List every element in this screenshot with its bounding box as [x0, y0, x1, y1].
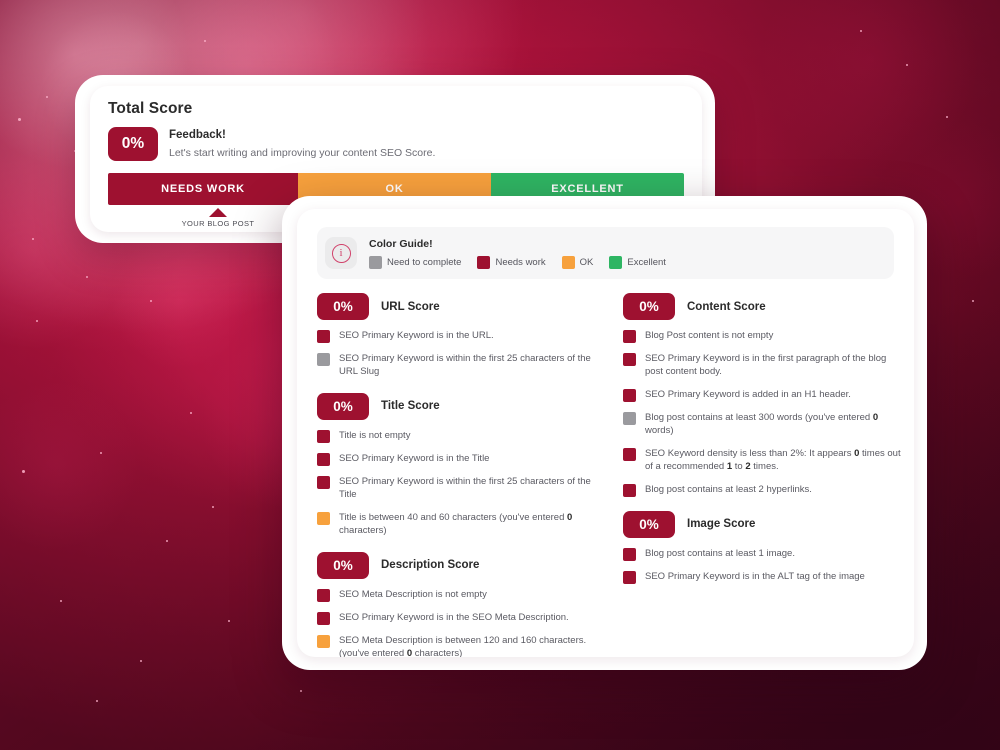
checklist-item: SEO Primary Keyword is within the first … [317, 352, 599, 379]
checklist-item-text: SEO Primary Keyword is in the SEO Meta D… [339, 611, 569, 623]
checklist-status-swatch [317, 330, 330, 343]
legend-label: OK [579, 256, 594, 268]
checklist-item-text: SEO Keyword density is less than 2%: It … [645, 447, 901, 473]
checklist-item-text: SEO Primary Keyword is in the URL. [339, 330, 494, 341]
checklist-status-swatch [317, 452, 330, 466]
score-section-header: 0% URL Score [317, 293, 599, 320]
info-icon: i [331, 243, 351, 263]
checklist-item-text: SEO Primary Keyword is within the first … [339, 353, 591, 378]
checklist-item: SEO Primary Keyword is in the ALT tag of… [623, 570, 905, 584]
legend-item: OK [561, 255, 594, 269]
checklist-item: SEO Primary Keyword is in the SEO Meta D… [317, 611, 599, 625]
score-badge: 0% [623, 510, 675, 538]
checklist-item: Title is not empty [317, 429, 599, 443]
right-column: 0% Content Score Blog Post content is not … [623, 289, 905, 657]
score-section-name: Description Score [381, 559, 480, 572]
checklist-status-swatch [623, 570, 636, 584]
legend-swatch [477, 255, 491, 269]
score-section-header: 0% Image Score [623, 510, 905, 538]
marker-triangle-icon [209, 208, 227, 217]
legend-swatch [369, 255, 382, 269]
checklist-item: SEO Primary Keyword is within the first … [317, 475, 599, 502]
score-section-header: 0% Content Score [623, 293, 905, 320]
checklist-item: Blog post contains at least 1 image. [623, 547, 905, 561]
score-section-name: URL Score [381, 300, 440, 313]
score-badge: 0% [317, 293, 369, 320]
checklist-status-swatch [623, 388, 636, 402]
checklist-item: Title is between 40 and 60 characters (y… [317, 511, 599, 538]
checklist-item-text: Title is between 40 and 60 characters (y… [339, 511, 573, 537]
checklist-status-swatch [317, 611, 330, 625]
seo-checklist-card: i Color Guide! Need to complete Needs wor… [297, 209, 914, 657]
legend-label: Need to complete [387, 256, 462, 268]
legend-swatch [609, 255, 623, 269]
checklist-item-text: SEO Primary Keyword is added in an H1 he… [645, 388, 851, 400]
checklist-item-text: Blog post contains at least 2 hyperlinks… [645, 483, 812, 495]
checklist-status-swatch [623, 411, 636, 425]
meter-segment: NEEDS WORK [108, 173, 299, 205]
score-badge: 0% [317, 392, 369, 420]
score-section-name: Title Score [381, 400, 440, 413]
score-section-header: 0% Description Score [317, 551, 599, 579]
score-badge: 0% [317, 551, 369, 579]
info-icon-box: i [325, 237, 357, 269]
total-score-badge: 0% [108, 127, 158, 161]
checklist-item: SEO Primary Keyword is in the Title [317, 452, 599, 466]
checklist-item-text: Blog post contains at least 1 image. [645, 547, 795, 559]
checklist-status-swatch [623, 330, 636, 343]
checklist-status-swatch [317, 511, 330, 525]
checklist-item: SEO Keyword density is less than 2%: It … [623, 447, 905, 474]
checklist-item-text: SEO Primary Keyword is in the first para… [645, 353, 887, 378]
checklist-item-text: SEO Primary Keyword is in the Title [339, 452, 490, 464]
score-section-name: Image Score [687, 518, 756, 531]
checklist-item: SEO Primary Keyword is added in an H1 he… [623, 388, 905, 402]
marker-label: YOUR BLOG POST [181, 219, 255, 228]
checklist-item-text: SEO Meta Description is between 120 and … [339, 634, 587, 657]
page-title: Total Score [108, 100, 193, 117]
checklist-status-swatch [623, 547, 636, 561]
checklist-status-swatch [317, 353, 330, 366]
color-guide: i Color Guide! Need to complete Needs wor… [317, 227, 894, 279]
checklist-item-text: Title is not empty [339, 429, 411, 441]
legend-label: Excellent [627, 256, 666, 268]
checklist-status-swatch [623, 483, 636, 497]
score-badge: 0% [623, 293, 675, 320]
checklist-item: SEO Meta Description is between 120 and … [317, 634, 599, 657]
checklist-item-text: SEO Primary Keyword is within the first … [339, 475, 591, 501]
legend-label: Needs work [495, 256, 546, 268]
checklist-item-text: Blog Post content is not empty [645, 330, 774, 341]
score-section-name: Content Score [687, 300, 766, 313]
checklist-item: Blog post contains at least 300 words (y… [623, 411, 905, 438]
checklist-item: SEO Meta Description is not empty [317, 588, 599, 602]
checklist-status-swatch [317, 634, 330, 648]
checklist-item: SEO Primary Keyword is in the first para… [623, 352, 905, 379]
feedback-title: Feedback! [169, 129, 226, 142]
checklist-item: Blog Post content is not empty [623, 329, 905, 343]
checklist-status-swatch [623, 447, 636, 461]
checklist-item-text: SEO Primary Keyword is in the ALT tag of… [645, 570, 865, 582]
left-column: 0% URL Score SEO Primary Keyword is in the… [317, 289, 599, 657]
checklist-status-swatch [623, 353, 636, 366]
checklist-item-text: Blog post contains at least 300 words (y… [645, 411, 879, 437]
checklist-item: Blog post contains at least 2 hyperlinks… [623, 483, 905, 497]
checklist-item-text: SEO Meta Description is not empty [339, 588, 487, 600]
checklist-status-swatch [317, 429, 330, 443]
color-guide-title: Color Guide! [369, 237, 433, 250]
checklist-status-swatch [317, 475, 330, 489]
feedback-subtitle: Let's start writing and improving your c… [169, 146, 436, 159]
legend-item: Needs work [477, 255, 546, 269]
legend-item: Need to complete [369, 255, 462, 269]
legend-swatch [561, 255, 575, 269]
color-guide-legend: Need to complete Needs work OK Excellent [369, 255, 677, 269]
checklist-item: SEO Primary Keyword is in the URL. [317, 329, 599, 343]
checklist-status-swatch [317, 588, 330, 602]
score-section-header: 0% Title Score [317, 392, 599, 420]
feedback-row: 0% Feedback! Let's start writing and imp… [108, 127, 684, 161]
legend-item: Excellent [609, 255, 666, 269]
